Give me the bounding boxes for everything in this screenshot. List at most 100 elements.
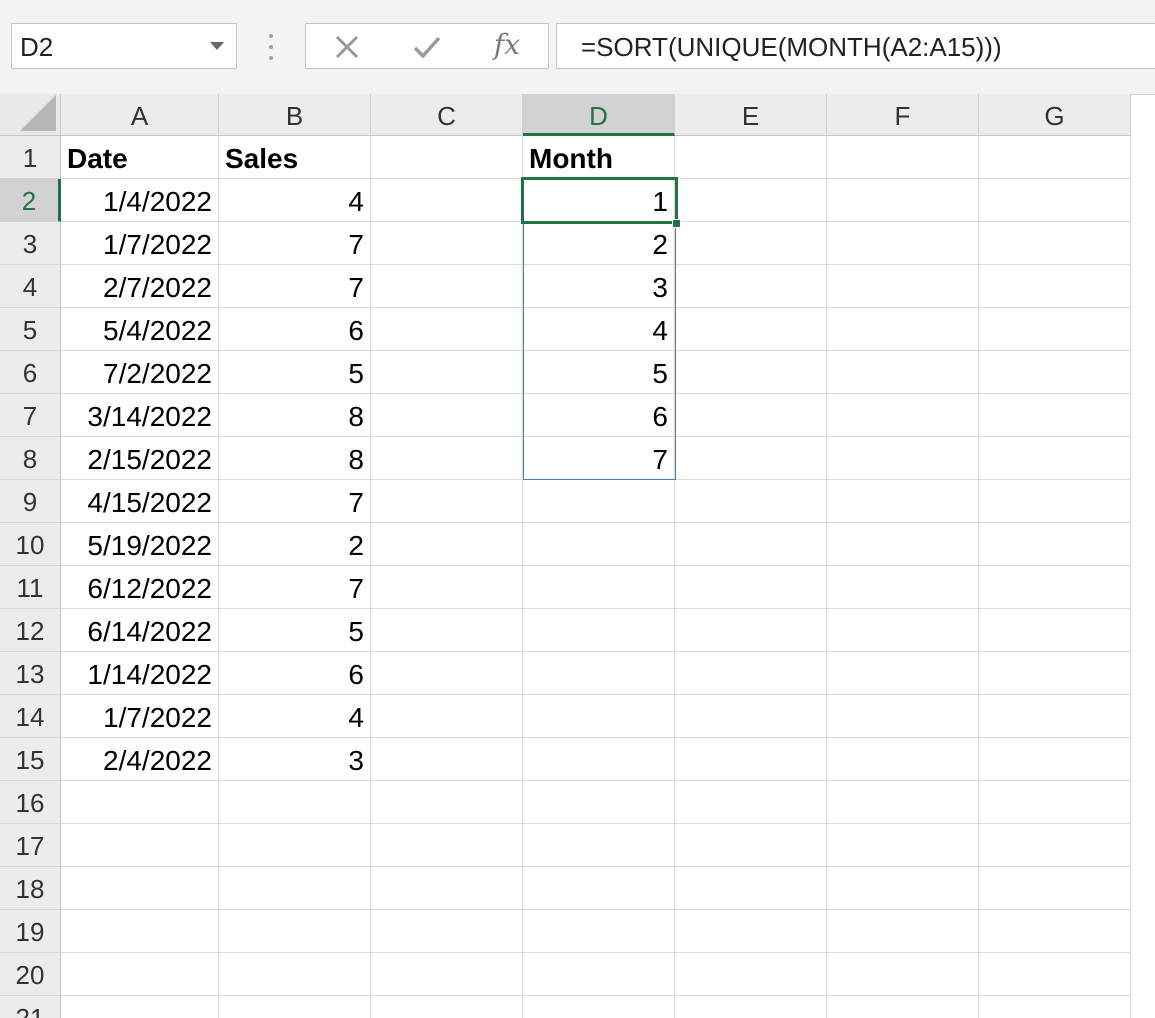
cell-c8[interactable]	[371, 437, 523, 480]
checkmark-icon[interactable]	[410, 30, 444, 64]
cell-g21[interactable]	[979, 996, 1131, 1018]
cell-f15[interactable]	[827, 738, 979, 781]
fill-handle[interactable]	[672, 219, 681, 228]
cell-f7[interactable]	[827, 394, 979, 437]
cell-g16[interactable]	[979, 781, 1131, 824]
cell-c6[interactable]	[371, 351, 523, 394]
row-header-14[interactable]: 14	[0, 695, 61, 738]
cell-c13[interactable]	[371, 652, 523, 695]
row-header-10[interactable]: 10	[0, 523, 61, 566]
column-header-b[interactable]: B	[219, 94, 371, 136]
cell-c16[interactable]	[371, 781, 523, 824]
cell-g12[interactable]	[979, 609, 1131, 652]
name-box[interactable]: D2	[11, 23, 237, 69]
cell-c20[interactable]	[371, 953, 523, 996]
chevron-down-icon[interactable]	[210, 42, 224, 50]
cell-d2[interactable]: 1	[523, 179, 675, 222]
cell-b16[interactable]	[219, 781, 371, 824]
column-header-f[interactable]: F	[827, 94, 979, 136]
cell-a15[interactable]: 2/4/2022	[61, 738, 219, 781]
select-all-button[interactable]	[0, 94, 61, 136]
cell-f12[interactable]	[827, 609, 979, 652]
row-header-13[interactable]: 13	[0, 652, 61, 695]
cell-b19[interactable]	[219, 910, 371, 953]
row-header-7[interactable]: 7	[0, 394, 61, 437]
cell-d1[interactable]: Month	[523, 136, 675, 179]
cell-d13[interactable]	[523, 652, 675, 695]
cancel-icon[interactable]	[330, 30, 364, 64]
cell-a8[interactable]: 2/15/2022	[61, 437, 219, 480]
cell-b5[interactable]: 6	[219, 308, 371, 351]
cell-g5[interactable]	[979, 308, 1131, 351]
cell-g3[interactable]	[979, 222, 1131, 265]
cell-g11[interactable]	[979, 566, 1131, 609]
cell-e18[interactable]	[675, 867, 827, 910]
cell-a20[interactable]	[61, 953, 219, 996]
cell-b1[interactable]: Sales	[219, 136, 371, 179]
cell-f17[interactable]	[827, 824, 979, 867]
cell-a18[interactable]	[61, 867, 219, 910]
cell-f5[interactable]	[827, 308, 979, 351]
formula-bar-drag-handle-icon[interactable]	[268, 34, 274, 60]
cell-e20[interactable]	[675, 953, 827, 996]
cell-f10[interactable]	[827, 523, 979, 566]
cell-g7[interactable]	[979, 394, 1131, 437]
cell-b7[interactable]: 8	[219, 394, 371, 437]
cell-a9[interactable]: 4/15/2022	[61, 480, 219, 523]
cell-e9[interactable]	[675, 480, 827, 523]
cell-c10[interactable]	[371, 523, 523, 566]
cell-f4[interactable]	[827, 265, 979, 308]
row-header-18[interactable]: 18	[0, 867, 61, 910]
cell-b12[interactable]: 5	[219, 609, 371, 652]
row-header-19[interactable]: 19	[0, 910, 61, 953]
row-header-6[interactable]: 6	[0, 351, 61, 394]
cell-d20[interactable]	[523, 953, 675, 996]
cell-c12[interactable]	[371, 609, 523, 652]
cell-b9[interactable]: 7	[219, 480, 371, 523]
cell-f8[interactable]	[827, 437, 979, 480]
formula-input[interactable]: =SORT(UNIQUE(MONTH(A2:A15)))	[556, 23, 1155, 69]
cell-g2[interactable]	[979, 179, 1131, 222]
cell-b8[interactable]: 8	[219, 437, 371, 480]
row-header-21[interactable]: 21	[0, 996, 61, 1018]
row-header-16[interactable]: 16	[0, 781, 61, 824]
cell-c4[interactable]	[371, 265, 523, 308]
cell-b13[interactable]: 6	[219, 652, 371, 695]
cell-d21[interactable]	[523, 996, 675, 1018]
row-header-8[interactable]: 8	[0, 437, 61, 480]
cell-g15[interactable]	[979, 738, 1131, 781]
cell-b21[interactable]	[219, 996, 371, 1018]
cell-g6[interactable]	[979, 351, 1131, 394]
row-header-17[interactable]: 17	[0, 824, 61, 867]
cell-b6[interactable]: 5	[219, 351, 371, 394]
cell-g8[interactable]	[979, 437, 1131, 480]
cell-g10[interactable]	[979, 523, 1131, 566]
cell-a4[interactable]: 2/7/2022	[61, 265, 219, 308]
row-header-1[interactable]: 1	[0, 136, 61, 179]
cell-e5[interactable]	[675, 308, 827, 351]
cell-b3[interactable]: 7	[219, 222, 371, 265]
cell-e7[interactable]	[675, 394, 827, 437]
cell-g1[interactable]	[979, 136, 1131, 179]
cell-d8[interactable]: 7	[523, 437, 675, 480]
cell-e3[interactable]	[675, 222, 827, 265]
row-header-2[interactable]: 2	[0, 179, 61, 222]
cell-c9[interactable]	[371, 480, 523, 523]
cell-b4[interactable]: 7	[219, 265, 371, 308]
cell-e19[interactable]	[675, 910, 827, 953]
row-header-3[interactable]: 3	[0, 222, 61, 265]
cell-d5[interactable]: 4	[523, 308, 675, 351]
cell-e1[interactable]	[675, 136, 827, 179]
cell-e6[interactable]	[675, 351, 827, 394]
cell-f3[interactable]	[827, 222, 979, 265]
cell-b20[interactable]	[219, 953, 371, 996]
cell-c15[interactable]	[371, 738, 523, 781]
cell-c7[interactable]	[371, 394, 523, 437]
row-header-4[interactable]: 4	[0, 265, 61, 308]
cell-g19[interactable]	[979, 910, 1131, 953]
cell-e21[interactable]	[675, 996, 827, 1018]
row-header-9[interactable]: 9	[0, 480, 61, 523]
cell-d15[interactable]	[523, 738, 675, 781]
cell-c14[interactable]	[371, 695, 523, 738]
cell-f6[interactable]	[827, 351, 979, 394]
